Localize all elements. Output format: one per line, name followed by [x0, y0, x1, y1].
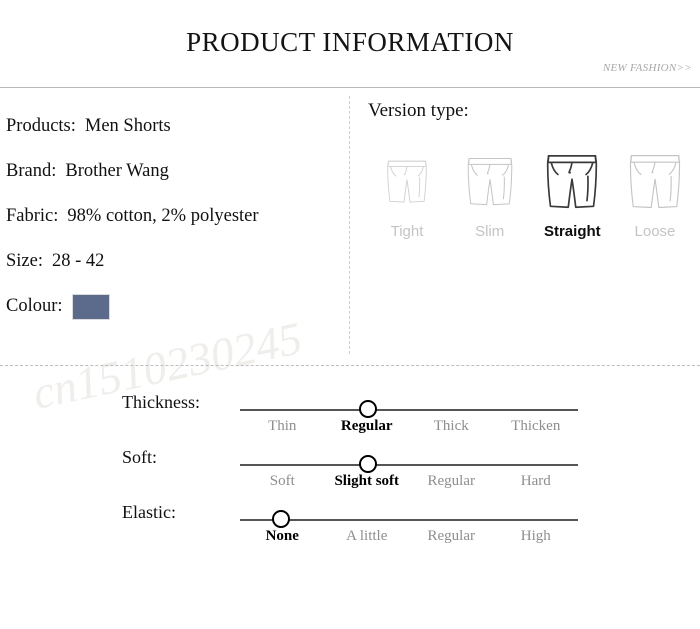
slider-knob[interactable] [271, 510, 290, 528]
slider-knob[interactable] [359, 400, 378, 418]
slider-options: Soft Slight soft Regular Hard [240, 473, 578, 490]
spec-value: 98% cotton, 2% polyester [67, 206, 259, 226]
shorts-icon [467, 158, 512, 206]
fit-option-loose[interactable]: Loose [618, 144, 692, 240]
fit-options-row: Tight Slim Straight Loose [368, 144, 694, 240]
spec-value: 28 - 42 [52, 251, 105, 271]
page-header: PRODUCT INFORMATION NEW FASHION>> [0, 0, 700, 88]
shorts-icon-wrap [370, 144, 444, 216]
slider-track[interactable] [240, 464, 578, 466]
new-fashion-tagline: NEW FASHION>> [602, 62, 692, 74]
slider-row: Soft: Soft Slight soft Regular Hard [0, 447, 700, 502]
slider-name: Thickness: [122, 392, 200, 412]
slider-name: Soft: [122, 447, 158, 467]
fit-option-label: Straight [543, 223, 601, 240]
spec-row: Fabric: 98% cotton, 2% polyester [6, 194, 341, 239]
slider-option[interactable]: Hard [494, 473, 579, 490]
spec-row: Products: Men Shorts [6, 104, 341, 149]
product-information-page: cn1510230245 PRODUCT INFORMATION NEW FAS… [0, 0, 700, 629]
shorts-icon-wrap [535, 144, 609, 216]
version-type-section: Version type: Tight Slim Straight Loose [368, 100, 694, 240]
slider-option[interactable]: Thicken [494, 418, 579, 435]
vertical-divider [349, 96, 350, 354]
spec-value: Brother Wang [65, 161, 169, 181]
version-type-title: Version type: [368, 100, 469, 121]
slider-option[interactable]: Regular [409, 528, 494, 545]
fit-option-label: Slim [475, 223, 505, 240]
product-specs-list: Products: Men Shorts Brand: Brother Wang Fab… [6, 104, 341, 329]
slider-track-wrap[interactable] [240, 455, 578, 475]
slider-track-wrap[interactable] [240, 400, 578, 420]
spec-label: Products: [6, 116, 76, 136]
slider-track[interactable] [240, 519, 578, 521]
fit-option-label: Loose [634, 223, 676, 240]
fit-option-straight[interactable]: Straight [535, 144, 609, 240]
slider-knob[interactable] [359, 455, 378, 473]
spec-label: Colour: [6, 296, 63, 316]
slider-options: None A little Regular High [240, 528, 578, 545]
shorts-icon [547, 154, 598, 209]
attribute-sliders: Thickness: Thin Regular Thick Thicken Soft: So… [0, 392, 700, 557]
spec-row: Brand: Brother Wang [6, 149, 341, 194]
shorts-icon-wrap [453, 144, 527, 216]
spec-row: Colour: [6, 284, 341, 329]
slider-name: Elastic: [122, 502, 176, 522]
slider-row: Thickness: Thin Regular Thick Thicken [0, 392, 700, 447]
slider-option[interactable]: Regular [325, 418, 410, 435]
slider-option[interactable]: Thin [240, 418, 325, 435]
slider-option[interactable]: Thick [409, 418, 494, 435]
slider-option[interactable]: None [240, 528, 325, 545]
header-divider [0, 87, 700, 88]
shorts-icon-wrap [618, 144, 692, 216]
fit-option-tight[interactable]: Tight [370, 144, 444, 240]
slider-option[interactable]: A little [325, 528, 410, 545]
spec-label: Fabric: [6, 206, 59, 226]
slider-option[interactable]: Slight soft [325, 473, 410, 490]
shorts-icon [629, 154, 681, 209]
spec-value: Men Shorts [84, 116, 171, 136]
slider-option[interactable]: Soft [240, 473, 325, 490]
slider-track[interactable] [240, 409, 578, 411]
slider-options: Thin Regular Thick Thicken [240, 418, 578, 435]
shorts-icon [387, 160, 427, 203]
slider-option[interactable]: Regular [409, 473, 494, 490]
page-title: PRODUCT INFORMATION [186, 27, 514, 57]
fit-option-label: Tight [390, 223, 424, 240]
spec-label: Size: [6, 251, 43, 271]
spec-label: Brand: [6, 161, 57, 181]
colour-swatch [71, 293, 110, 320]
slider-row: Elastic: None A little Regular High [0, 502, 700, 557]
slider-track-wrap[interactable] [240, 510, 578, 530]
fit-option-slim[interactable]: Slim [453, 144, 527, 240]
slider-option[interactable]: High [494, 528, 579, 545]
horizontal-divider [0, 365, 700, 366]
spec-row: Size: 28 - 42 [6, 239, 341, 284]
